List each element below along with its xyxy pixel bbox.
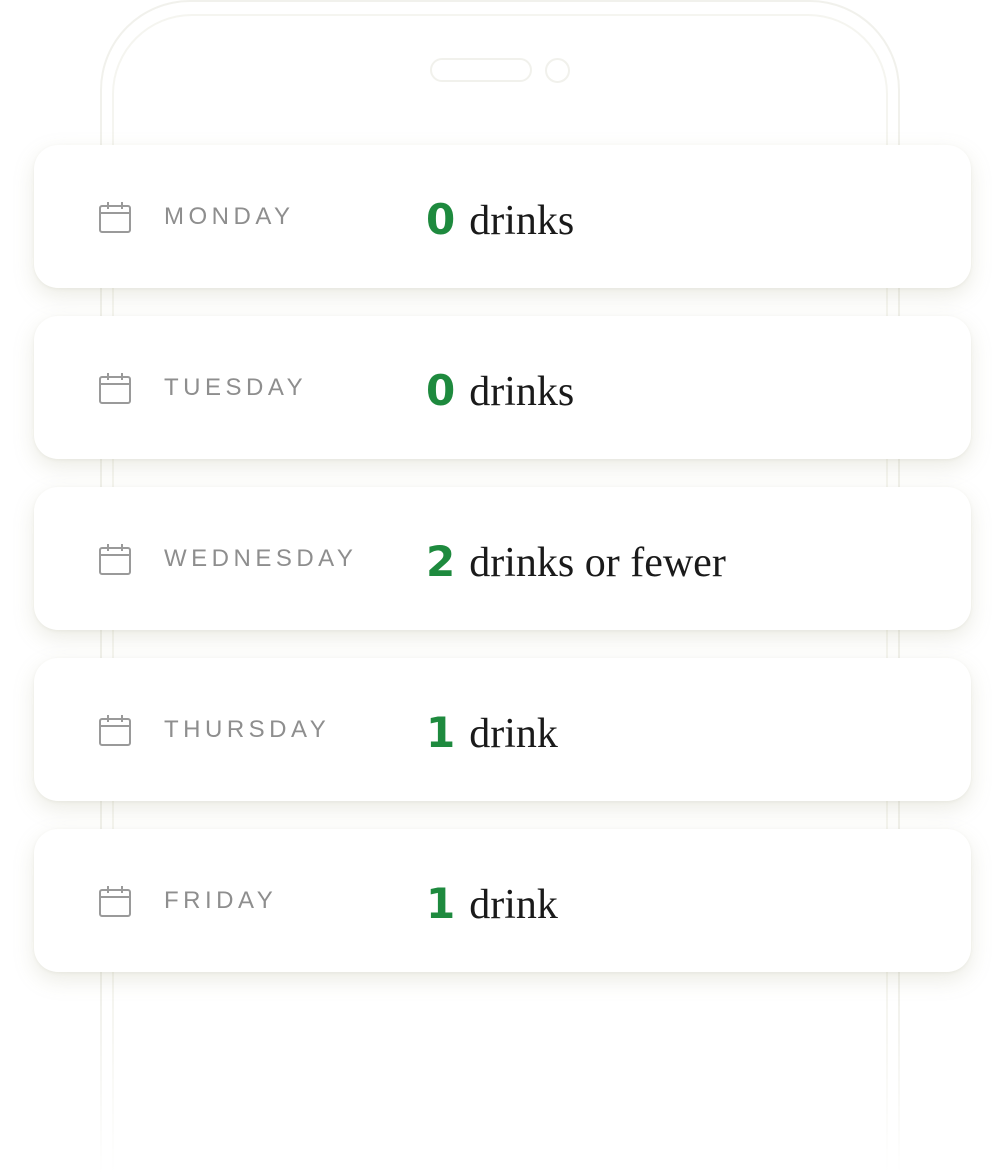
drink-unit: drink (469, 882, 558, 928)
calendar-icon (99, 544, 131, 575)
day-card-monday[interactable]: MONDAY 0 drinks (34, 145, 971, 288)
phone-fade (0, 1000, 1000, 1175)
day-label: THURSDAY (164, 716, 331, 743)
day-card-tuesday[interactable]: TUESDAY 0 drinks (34, 316, 971, 459)
day-label: FRIDAY (164, 887, 278, 914)
drink-count: 1 (426, 708, 456, 757)
calendar-icon (99, 373, 131, 404)
calendar-icon (99, 202, 131, 233)
calendar-icon (99, 886, 131, 917)
drink-unit: drinks or fewer (469, 540, 726, 586)
day-label: WEDNESDAY (164, 545, 358, 572)
drink-count: 0 (426, 195, 456, 244)
calendar-icon (99, 715, 131, 746)
drink-unit: drinks (469, 369, 575, 415)
drink-plan-list: MONDAY 0 drinks TUESDAY 0 drinks WEDNESDAY… (34, 145, 971, 972)
drink-amount: 2 drinks or fewer (426, 487, 726, 630)
drink-count: 1 (426, 879, 456, 928)
drink-unit: drinks (469, 198, 575, 244)
day-card-friday[interactable]: FRIDAY 1 drink (34, 829, 971, 972)
drink-amount: 1 drink (426, 829, 558, 972)
day-label: TUESDAY (164, 374, 308, 401)
phone-camera (545, 58, 570, 83)
day-card-thursday[interactable]: THURSDAY 1 drink (34, 658, 971, 801)
day-label: MONDAY (164, 203, 295, 230)
drink-amount: 0 drinks (426, 316, 574, 459)
drink-amount: 1 drink (426, 658, 558, 801)
phone-speaker (430, 58, 532, 82)
drink-count: 2 (426, 537, 456, 586)
day-card-wednesday[interactable]: WEDNESDAY 2 drinks or fewer (34, 487, 971, 630)
drink-count: 0 (426, 366, 456, 415)
drink-amount: 0 drinks (426, 145, 574, 288)
drink-unit: drink (469, 711, 558, 757)
